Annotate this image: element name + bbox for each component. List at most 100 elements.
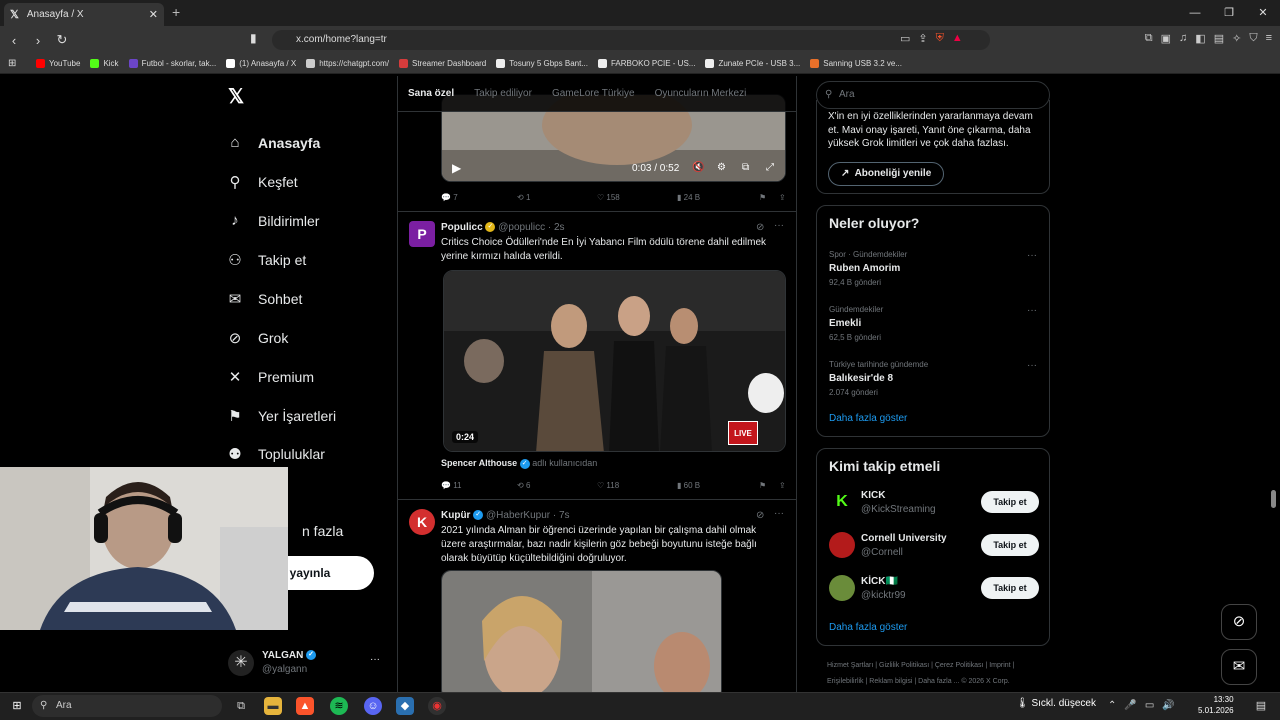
grok-icon[interactable]: ⊘ — [756, 510, 764, 521]
tweet-kupur[interactable]: K Kupür ✓ @HaberKupur · 7s ⊘ ··· 2021 yı… — [398, 500, 796, 692]
nav-item[interactable]: ⚉ Topluluklar — [226, 445, 325, 463]
avatar[interactable]: K — [409, 509, 435, 535]
leo-icon[interactable]: ✧ — [1232, 32, 1241, 45]
nav-item[interactable]: ⚑ Yer İşaretleri — [226, 407, 336, 425]
obs-icon[interactable]: ◉ — [428, 697, 446, 715]
bookmark-item[interactable]: Tosuny 5 Gbps Bant... — [496, 59, 588, 68]
messages-fab-icon[interactable]: ✉ — [1221, 649, 1257, 685]
nav-item[interactable]: ⚲ Keşfet — [226, 173, 298, 191]
task-view-icon[interactable]: ⧉ — [232, 697, 250, 715]
repost-button[interactable]: ⟲ 6 — [517, 478, 597, 492]
more-icon[interactable]: ··· — [774, 220, 784, 231]
browser-tab[interactable]: 𝕏 Anasayfa / X ✕ — [4, 3, 164, 26]
trends-show-more[interactable]: Daha fazla göster — [829, 413, 907, 424]
account-switcher[interactable]: ✳ YALGAN ✓ @yalgann ··· — [228, 648, 388, 680]
taskbar-clock[interactable]: 13:30 5.01.2026 — [1198, 694, 1234, 716]
renew-subscription-button[interactable]: ↗ Aboneliği yenile — [828, 162, 945, 186]
follow-avatar[interactable] — [829, 575, 855, 601]
discord-icon[interactable]: ☺ — [364, 697, 382, 715]
like-button[interactable]: ♡ 158 — [597, 190, 677, 204]
bookmark-item[interactable]: Sanning USB 3.2 ve... — [810, 59, 902, 68]
bookmark-item[interactable]: Kick — [90, 59, 119, 68]
close-window-button[interactable]: ✕ — [1246, 0, 1280, 26]
bookmark-item[interactable]: https://chatgpt.com/ — [306, 59, 389, 68]
trend-name[interactable]: Ruben Amorim — [829, 263, 900, 274]
tweet-time[interactable]: · 2s — [548, 222, 565, 233]
feed-tab[interactable]: Takip ediliyor — [474, 88, 532, 99]
share-tweet-icon[interactable]: ⇪ — [779, 190, 786, 204]
bookmark-item[interactable]: Streamer Dashboard — [399, 59, 486, 68]
share-icon[interactable]: ⇪ — [918, 32, 927, 45]
weather-widget[interactable]: 🌡 Sıckl. düşecek — [1016, 698, 1096, 709]
follow-button[interactable]: Takip et — [981, 491, 1039, 513]
follow-button[interactable]: Takip et — [981, 534, 1039, 556]
new-tab-button[interactable]: + — [172, 4, 180, 20]
menu-icon[interactable]: ≡ — [1266, 32, 1272, 45]
trend-more-icon[interactable]: ··· — [1027, 305, 1037, 316]
media-icon[interactable]: ♫ — [1179, 32, 1187, 45]
nav-item[interactable]: ♪ Bildirimler — [226, 212, 319, 229]
scrollbar-thumb[interactable] — [1271, 490, 1276, 508]
trend-more-icon[interactable]: ··· — [1027, 250, 1037, 261]
mute-icon[interactable]: 🔇 — [692, 162, 704, 173]
apps-icon[interactable]: ⊞ — [8, 58, 18, 69]
tweet-image[interactable] — [441, 570, 722, 692]
wallet-icon[interactable]: ▤ — [1214, 32, 1224, 45]
author-name[interactable]: Kupür — [441, 510, 470, 521]
feed-tab[interactable]: Oyuncuların Merkezi — [655, 88, 747, 99]
app-icon[interactable]: ◆ — [396, 697, 414, 715]
tray-chevron-icon[interactable]: ⌃ — [1108, 700, 1116, 711]
mic-icon[interactable]: 🎤 — [1124, 700, 1136, 711]
notifications-icon[interactable]: ▤ — [1252, 697, 1270, 715]
tab-close-button[interactable]: ✕ — [149, 8, 158, 21]
bookmark-tweet-icon[interactable]: ⚑ — [759, 478, 779, 492]
capture-icon[interactable]: ▣ — [1161, 32, 1171, 45]
like-button[interactable]: ♡ 118 — [597, 478, 677, 492]
reload-button[interactable]: ↻ — [52, 32, 72, 48]
rewards-icon[interactable]: ▲ — [952, 32, 963, 45]
back-button[interactable]: ‹ — [4, 33, 24, 48]
bookmark-item[interactable]: FARBOKO PCIE - US... — [597, 59, 695, 68]
bookmark-tweet-icon[interactable]: ⚑ — [759, 190, 779, 204]
windows-start-icon[interactable]: ⊞ — [8, 697, 26, 715]
brave-shield-icon[interactable]: ⛨ — [936, 32, 944, 45]
bookmark-item[interactable]: Futbol - skorlar, tak... — [128, 59, 216, 68]
follow-name[interactable]: Cornell University — [861, 533, 947, 544]
follow-button[interactable]: Takip et — [981, 577, 1039, 599]
views-button[interactable]: ▮ 24 B — [677, 190, 759, 204]
follow-avatar[interactable] — [829, 532, 855, 558]
trend-more-icon[interactable]: ··· — [1027, 360, 1037, 371]
address-bar[interactable]: x.com/home?lang=tr — [272, 30, 990, 50]
nav-item[interactable]: ⌂ Anasayfa — [226, 134, 320, 151]
views-button[interactable]: ▮ 60 B — [677, 478, 759, 492]
volume-icon[interactable]: 🔊 — [1162, 700, 1174, 711]
feed-tab[interactable]: GameLore Türkiye — [552, 88, 635, 99]
brave-icon[interactable]: ▲ — [296, 697, 314, 715]
forward-button[interactable]: › — [28, 33, 48, 48]
author-handle[interactable]: @populicc — [498, 222, 545, 233]
footer-links[interactable]: Hizmet Şartları | Gizlilik Politikası | … — [827, 658, 1047, 690]
sidebar-icon[interactable]: ◧ — [1195, 32, 1205, 45]
author-name[interactable]: Populicc — [441, 222, 483, 233]
reply-button[interactable]: 💬 11 — [441, 478, 517, 492]
tweet-video[interactable]: 0:24 LIVE — [443, 270, 786, 452]
pip-icon[interactable]: ⧉ — [742, 162, 749, 173]
spotify-icon[interactable]: ≋ — [330, 697, 348, 715]
trend-name[interactable]: Balıkesir'de 8 — [829, 373, 893, 384]
feed-tab[interactable]: Sana özel — [408, 88, 454, 99]
grok-icon[interactable]: ⊘ — [756, 222, 764, 233]
tweet-time[interactable]: · 7s — [553, 510, 570, 521]
bookmark-item[interactable]: Zunate PCIe - USB 3... — [705, 59, 800, 68]
settings-icon[interactable]: ⚙ — [717, 162, 726, 173]
follow-show-more[interactable]: Daha fazla göster — [829, 622, 907, 633]
taskbar-search[interactable]: ⚲ Ara — [32, 695, 222, 717]
minimize-button[interactable]: — — [1178, 0, 1212, 26]
nav-item[interactable]: ✕ Premium — [226, 368, 314, 386]
more-icon[interactable]: ··· — [774, 508, 784, 519]
reply-button[interactable]: 💬 7 — [441, 190, 517, 204]
share-tweet-icon[interactable]: ⇪ — [779, 478, 786, 492]
bookmark-item[interactable]: YouTube — [36, 59, 80, 68]
follow-avatar[interactable]: K — [829, 489, 855, 515]
account-more-icon[interactable]: ··· — [370, 654, 380, 665]
vpn-icon[interactable]: ⛉ — [1249, 32, 1257, 45]
